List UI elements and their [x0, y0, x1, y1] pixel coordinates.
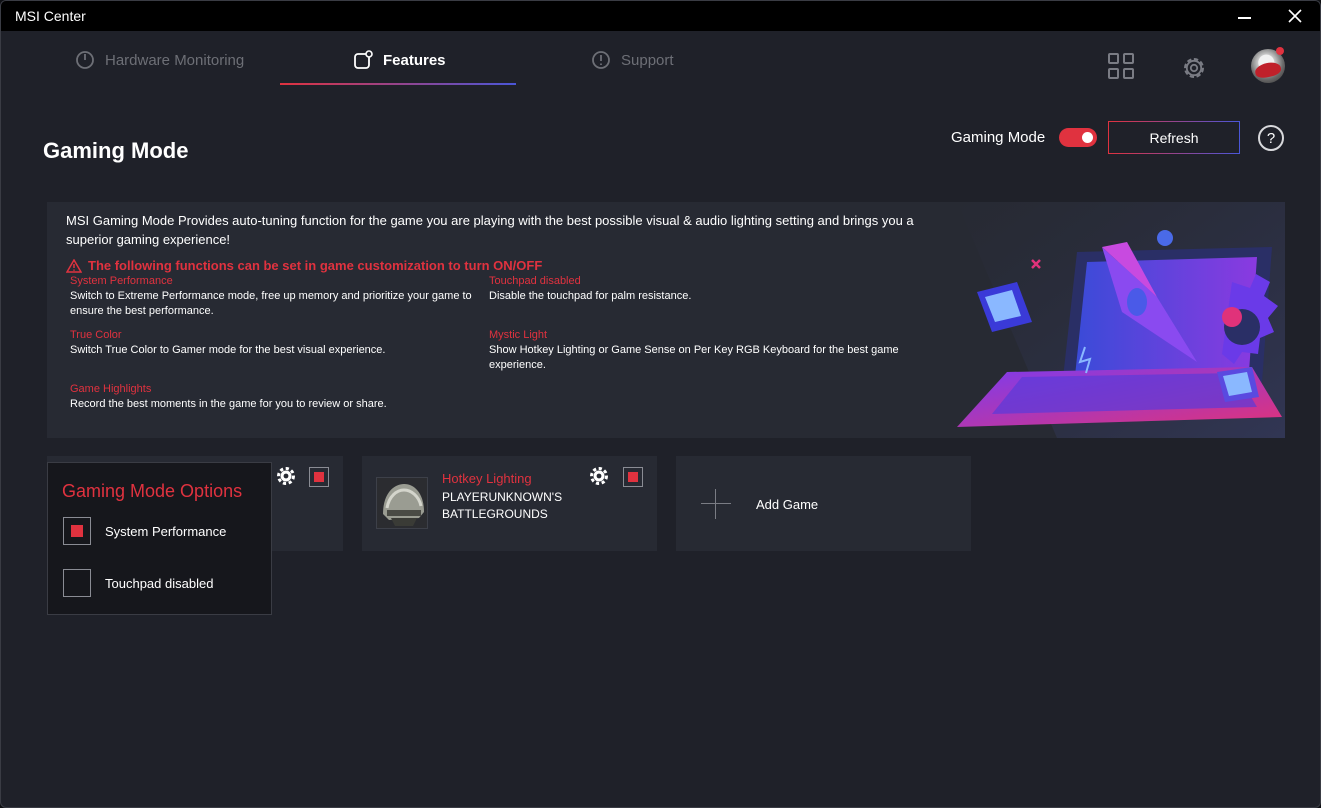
popup-title: Gaming Mode Options	[62, 481, 243, 501]
game-category: Hotkey Lighting	[442, 471, 532, 486]
gaming-illustration	[957, 202, 1285, 438]
top-nav: Hardware Monitoring Features Support	[1, 31, 1320, 87]
feature-mystic-light: Mystic Light Show Hotkey Lighting or Gam…	[489, 328, 909, 373]
gaming-mode-description: MSI Gaming Mode Provides auto-tuning fun…	[66, 213, 914, 247]
feature-name: Touchpad disabled	[489, 275, 581, 287]
game-name: PLAYERUNKNOWN'S BATTLEGROUNDS	[442, 490, 563, 521]
grid-icon[interactable]	[1108, 53, 1134, 79]
warning-icon	[66, 258, 82, 273]
helmet-icon	[377, 478, 427, 528]
feature-name: Mystic Light	[489, 329, 548, 341]
feature-name: Game Highlights	[70, 383, 152, 395]
option-label: System Performance	[105, 523, 227, 539]
minimize-icon	[1237, 17, 1251, 19]
minimize-button[interactable]	[1221, 1, 1267, 31]
feature-desc: Show Hotkey Lighting or Game Sense on Pe…	[489, 344, 899, 371]
notification-dot	[1276, 47, 1284, 55]
game-card[interactable]: Hotkey Lighting PLAYERUNKNOWN'S BATTLEGR…	[362, 456, 657, 551]
tab-label: Features	[383, 51, 446, 69]
tab-label: Hardware Monitoring	[105, 51, 245, 69]
tab-hardware-monitoring[interactable]: Hardware Monitoring	[75, 47, 244, 73]
help-icon[interactable]: ?	[1258, 125, 1284, 151]
info-panel: MSI Gaming Mode Provides auto-tuning fun…	[47, 202, 1285, 438]
warning-text: The following functions can be set in ga…	[88, 258, 543, 273]
add-game-button[interactable]: Add Game	[676, 456, 971, 551]
refresh-button[interactable]: Refresh	[1108, 121, 1240, 154]
feature-true-color: True Color Switch True Color to Gamer mo…	[70, 328, 490, 358]
gear-icon[interactable]	[1179, 53, 1209, 83]
warning-line: The following functions can be set in ga…	[66, 258, 542, 273]
feature-name: True Color	[70, 329, 122, 341]
game-thumbnail	[376, 477, 428, 529]
feature-game-highlights: Game Highlights Record the best moments …	[70, 382, 490, 412]
tab-support[interactable]: Support	[591, 47, 674, 73]
window-title: MSI Center	[15, 8, 86, 24]
game-enabled-checkbox[interactable]	[309, 467, 329, 487]
msi-center-window: MSI Center Hardware Monitoring Features …	[0, 0, 1321, 808]
tab-features[interactable]: Features	[353, 47, 446, 73]
feature-desc: Disable the touchpad for palm resistance…	[489, 290, 692, 302]
feature-touchpad-disabled: Touchpad disabled Disable the touchpad f…	[489, 274, 909, 304]
active-tab-indicator	[280, 83, 516, 85]
option-touchpad-disabled[interactable]: Touchpad disabled	[63, 569, 213, 597]
feature-system-performance: System Performance Switch to Extreme Per…	[70, 274, 490, 319]
close-icon	[1288, 9, 1302, 23]
title-bar: MSI Center	[1, 1, 1320, 31]
gaming-mode-toggle-label: Gaming Mode	[951, 129, 1046, 146]
option-checkbox[interactable]	[63, 569, 91, 597]
close-button[interactable]	[1272, 1, 1318, 31]
features-icon	[354, 50, 373, 69]
gaming-mode-toggle[interactable]	[1059, 128, 1097, 147]
gear-icon[interactable]	[588, 465, 610, 487]
game-enabled-checkbox[interactable]	[623, 467, 643, 487]
gauge-icon	[76, 51, 94, 69]
add-game-label: Add Game	[756, 497, 819, 512]
page-title: Gaming Mode	[43, 138, 189, 163]
feature-desc: Record the best moments in the game for …	[70, 398, 387, 410]
gaming-mode-options-popup: Gaming Mode Options System Performance T…	[47, 462, 272, 615]
option-system-performance[interactable]: System Performance	[63, 517, 226, 545]
tab-label: Support	[621, 51, 674, 69]
option-label: Touchpad disabled	[105, 575, 214, 591]
feature-desc: Switch to Extreme Performance mode, free…	[70, 290, 472, 317]
gear-icon[interactable]	[275, 465, 297, 487]
feature-name: System Performance	[70, 275, 173, 287]
option-checkbox[interactable]	[63, 517, 91, 545]
support-icon	[592, 51, 610, 69]
feature-desc: Switch True Color to Gamer mode for the …	[70, 344, 386, 356]
plus-icon	[701, 489, 731, 519]
